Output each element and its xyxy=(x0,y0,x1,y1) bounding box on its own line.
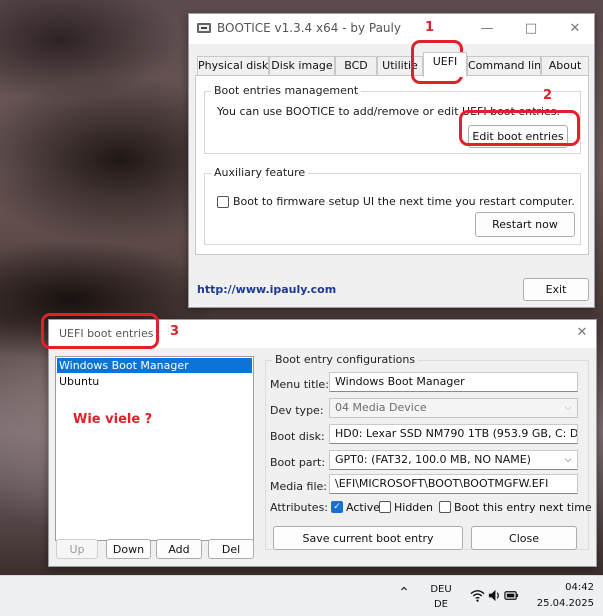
tab-command-line[interactable]: Command line xyxy=(467,56,541,76)
taskbar: ⌃ DEU DE 04:42 25.04.2025 xyxy=(0,575,603,616)
bootice-titlebar[interactable]: BOOTICE v1.3.4 x64 - by Pauly — □ ✕ xyxy=(189,14,594,44)
close-button[interactable]: Close xyxy=(471,526,577,550)
dialog-close-icon[interactable]: ✕ xyxy=(567,322,597,344)
bootice-app-icon xyxy=(197,23,211,33)
down-button[interactable]: Down xyxy=(106,539,151,559)
up-button[interactable]: Up xyxy=(56,539,98,559)
language-indicator[interactable]: DEU DE xyxy=(426,582,456,612)
save-current-boot-entry-button[interactable]: Save current boot entry xyxy=(273,526,463,550)
annotation-number-1: 1 xyxy=(425,20,435,35)
close-icon[interactable]: ✕ xyxy=(560,18,590,40)
boot-next-checkbox[interactable] xyxy=(439,501,451,513)
taskbar-clock[interactable]: 04:42 25.04.2025 xyxy=(522,580,594,612)
boot-next-checkbox-label: Boot this entry next time xyxy=(454,501,592,514)
maximize-icon[interactable]: □ xyxy=(516,18,546,40)
annotation-number-3: 3 xyxy=(170,324,180,339)
media-file-input[interactable]: \EFI\MICROSOFT\BOOT\BOOTMGFW.EFI xyxy=(329,474,578,494)
bootice-window: BOOTICE v1.3.4 x64 - by Pauly — □ ✕ Phys… xyxy=(188,13,595,308)
firmware-setup-checkbox[interactable] xyxy=(217,196,229,208)
tab-physical-disk[interactable]: Physical disk xyxy=(197,56,269,76)
add-button[interactable]: Add xyxy=(156,539,202,559)
tab-about[interactable]: About xyxy=(541,56,589,76)
annotation-note: Wie viele ? xyxy=(73,412,153,427)
auxiliary-feature-label: Auxiliary feature xyxy=(211,166,309,179)
boot-disk-value: HD0: Lexar SSD NM790 1TB (953.9 GB, C: D… xyxy=(335,427,578,440)
chevron-down-icon: ⌵ xyxy=(564,455,572,465)
boot-part-select[interactable]: GPT0: (FAT32, 100.0 MB, NO NAME) ⌵ xyxy=(329,450,578,470)
restart-now-button[interactable]: Restart now xyxy=(475,212,575,237)
clock-date: 25.04.2025 xyxy=(536,598,594,609)
boot-disk-label: Boot disk: xyxy=(270,430,325,443)
wifi-icon[interactable] xyxy=(470,588,485,603)
menu-title-label: Menu title: xyxy=(270,378,329,391)
bootice-tab-bar: Physical disk Disk image BCD Utilitie UE… xyxy=(195,52,589,77)
bootice-title: BOOTICE v1.3.4 x64 - by Pauly xyxy=(217,21,401,35)
chevron-up-icon[interactable]: ⌃ xyxy=(396,585,412,605)
clock-time: 04:42 xyxy=(565,582,594,593)
tab-disk-image[interactable]: Disk image xyxy=(269,56,335,76)
hidden-checkbox[interactable] xyxy=(379,501,391,513)
dev-type-value: 04 Media Device xyxy=(335,401,427,414)
uefi-tab-panel: Boot entries management You can use BOOT… xyxy=(195,75,589,255)
keyboard-layout: DE xyxy=(433,599,449,610)
list-item[interactable]: Ubuntu xyxy=(57,374,252,389)
battery-icon[interactable] xyxy=(504,588,519,603)
annotation-number-2: 2 xyxy=(543,88,553,103)
active-checkbox[interactable]: ✓ xyxy=(331,501,343,513)
hidden-checkbox-label: Hidden xyxy=(394,501,434,514)
annotation-box-2 xyxy=(459,110,580,146)
boot-entry-config-title: Boot entry configurations xyxy=(272,353,419,366)
boot-disk-select[interactable]: HD0: Lexar SSD NM790 1TB (953.9 GB, C: D… xyxy=(329,424,578,444)
dev-type-select[interactable]: 04 Media Device ⌵ xyxy=(329,398,578,418)
auxiliary-feature-group: Auxiliary feature Boot to firmware setup… xyxy=(204,166,581,245)
list-item[interactable]: Windows Boot Manager xyxy=(57,358,252,373)
attributes-label: Attributes: xyxy=(270,501,329,514)
chevron-down-icon: ⌵ xyxy=(564,403,572,413)
dev-type-label: Dev type: xyxy=(270,404,324,417)
language-code: DEU xyxy=(430,584,452,595)
volume-icon[interactable] xyxy=(487,588,502,603)
tab-uefi[interactable]: UEFI xyxy=(423,52,467,77)
active-checkbox-label: Active xyxy=(346,501,381,514)
system-tray-icons[interactable] xyxy=(470,586,520,606)
menu-title-input[interactable]: Windows Boot Manager xyxy=(329,372,578,392)
boot-entries-list[interactable]: Windows Boot Manager Ubuntu xyxy=(55,356,254,541)
minimize-icon[interactable]: — xyxy=(472,18,502,40)
ipauly-link[interactable]: http://www.ipauly.com xyxy=(197,283,336,296)
uefi-boot-entries-dialog: UEFI boot entries ✕ Windows Boot Manager… xyxy=(48,319,597,567)
annotation-box-3 xyxy=(41,313,159,349)
del-button[interactable]: Del xyxy=(208,539,254,559)
boot-part-value: GPT0: (FAT32, 100.0 MB, NO NAME) xyxy=(335,453,531,466)
exit-button[interactable]: Exit xyxy=(523,278,589,301)
media-file-label: Media file: xyxy=(270,480,327,493)
firmware-setup-checkbox-label: Boot to firmware setup UI the next time … xyxy=(233,195,575,208)
boot-entries-management-label: Boot entries management xyxy=(211,84,362,97)
tab-bcd[interactable]: BCD xyxy=(335,56,377,76)
boot-part-label: Boot part: xyxy=(270,456,326,469)
